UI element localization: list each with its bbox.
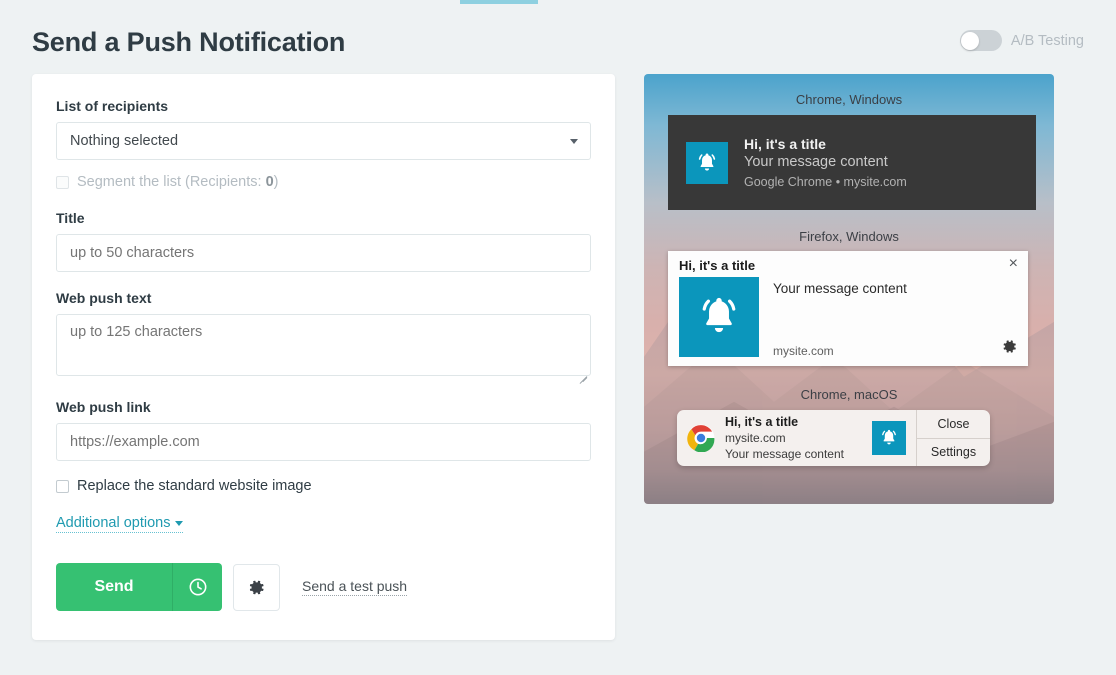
chrome-windows-title: Hi, it's a title	[744, 136, 907, 152]
firefox-windows-caption: Firefox, Windows	[644, 229, 1054, 244]
webpush-text-label: Web push text	[56, 290, 591, 306]
segment-list-label: Segment the list (Recipients: 0)	[77, 174, 279, 190]
ab-testing-control[interactable]: A/B Testing	[960, 30, 1084, 51]
chrome-macos-action-buttons: Close Settings	[916, 410, 990, 466]
clock-icon	[188, 577, 208, 597]
replace-image-row[interactable]: Replace the standard website image	[56, 478, 591, 494]
chrome-macos-body: Hi, it's a title mysite.com Your message…	[677, 410, 916, 466]
firefox-windows-title: Hi, it's a title	[679, 258, 755, 273]
additional-options-toggle[interactable]: Additional options	[56, 515, 183, 533]
chrome-macos-caption: Chrome, macOS	[644, 387, 1054, 402]
send-button[interactable]: Send	[56, 563, 172, 611]
page-title: Send a Push Notification	[32, 20, 1084, 64]
chrome-macos-title: Hi, it's a title	[725, 414, 862, 430]
replace-image-label: Replace the standard website image	[77, 478, 312, 494]
send-button-group[interactable]: Send	[56, 563, 222, 611]
firefox-windows-notification[interactable]: Hi, it's a title × Your message content …	[668, 251, 1028, 366]
chrome-macos-notification[interactable]: Hi, it's a title mysite.com Your message…	[677, 410, 990, 466]
firefox-windows-message: Your message content	[773, 281, 907, 296]
chrome-windows-source: Google Chrome • mysite.com	[744, 175, 907, 189]
additional-options-label: Additional options	[56, 515, 170, 531]
schedule-button[interactable]	[172, 563, 222, 611]
chrome-macos-message: Your message content	[725, 446, 862, 462]
settings-button[interactable]	[233, 564, 280, 611]
recipients-select[interactable]: Nothing selected	[56, 122, 591, 160]
webpush-text-input[interactable]	[56, 314, 591, 376]
bell-icon	[872, 421, 906, 455]
webpush-link-input[interactable]	[56, 423, 591, 461]
top-accent-bar	[460, 0, 538, 4]
chrome-logo-icon	[687, 424, 715, 452]
notification-preview-panel: Chrome, Windows Hi, it's a title Your me…	[644, 74, 1054, 504]
form-actions: Send Send a test push	[56, 563, 591, 611]
title-label: Title	[56, 210, 591, 226]
gear-icon	[247, 578, 266, 597]
chrome-macos-settings-button[interactable]: Settings	[917, 439, 990, 467]
recipients-label: List of recipients	[56, 98, 591, 114]
bell-icon	[679, 277, 759, 357]
chrome-macos-source: mysite.com	[725, 430, 862, 446]
segment-list-checkbox[interactable]	[56, 176, 69, 189]
title-input[interactable]	[56, 234, 591, 272]
send-test-push-link[interactable]: Send a test push	[302, 578, 407, 596]
bell-icon	[686, 142, 728, 184]
replace-image-checkbox[interactable]	[56, 480, 69, 493]
webpush-link-label: Web push link	[56, 399, 591, 415]
toggle-knob	[961, 32, 979, 50]
close-icon[interactable]: ×	[1009, 256, 1018, 272]
chrome-windows-notification[interactable]: Hi, it's a title Your message content Go…	[668, 115, 1036, 210]
caret-down-icon	[175, 521, 183, 526]
ab-testing-toggle[interactable]	[960, 30, 1002, 51]
segment-recipient-count: 0	[266, 174, 274, 190]
firefox-windows-source: mysite.com	[773, 344, 834, 358]
chrome-macos-close-button[interactable]: Close	[917, 410, 990, 439]
recipients-selected-value: Nothing selected	[70, 133, 178, 149]
push-notification-form-card: List of recipients Nothing selected Segm…	[32, 74, 615, 640]
page-header: Send a Push Notification A/B Testing	[32, 20, 1084, 70]
segment-list-row[interactable]: Segment the list (Recipients: 0)	[56, 174, 591, 190]
chrome-windows-message: Your message content	[744, 154, 907, 170]
gear-icon[interactable]	[1001, 338, 1018, 360]
ab-testing-label: A/B Testing	[1011, 33, 1084, 49]
chrome-windows-caption: Chrome, Windows	[644, 92, 1054, 107]
chevron-down-icon	[570, 139, 578, 144]
